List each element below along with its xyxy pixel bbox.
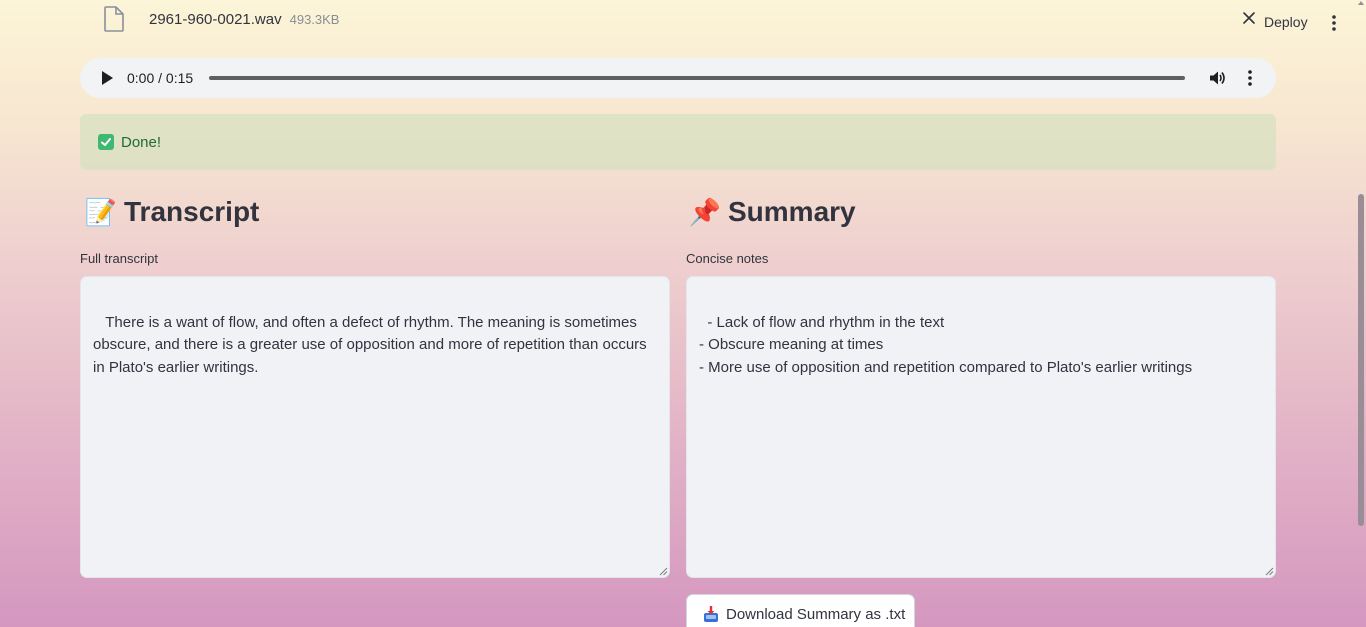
scrollbar-thumb[interactable] — [1358, 194, 1364, 526]
play-icon[interactable] — [100, 70, 114, 86]
summary-text: - Lack of flow and rhythm in the text - … — [699, 313, 1193, 376]
resize-handle-icon[interactable] — [659, 567, 668, 576]
transcript-label: Full transcript — [80, 251, 159, 266]
audio-progress-bar[interactable] — [209, 76, 1185, 80]
audio-menu-icon[interactable] — [1243, 69, 1257, 87]
check-icon — [98, 134, 114, 150]
download-summary-button[interactable]: Download Summary as .txt — [686, 594, 915, 627]
alert-text: Done! — [121, 133, 162, 151]
file-name: 2961-960-0021.wav — [149, 10, 282, 28]
summary-textarea[interactable]: - Lack of flow and rhythm in the text - … — [686, 276, 1276, 578]
transcript-textarea[interactable]: There is a want of flow, and often a def… — [80, 276, 670, 578]
volume-icon[interactable] — [1208, 69, 1226, 87]
transcript-text: There is a want of flow, and often a def… — [93, 313, 651, 376]
summary-heading: 📌 Summary — [688, 196, 856, 228]
inbox-tray-icon — [704, 606, 718, 622]
memo-icon: 📝 — [84, 196, 118, 227]
transcript-title: Transcript — [124, 196, 260, 227]
file-icon — [104, 6, 124, 32]
audio-time: 0:00 / 0:15 — [127, 70, 194, 86]
deploy-button[interactable]: Deploy — [1264, 14, 1308, 30]
success-alert: Done! — [80, 114, 1276, 170]
resize-handle-icon[interactable] — [1265, 567, 1274, 576]
uploaded-file-row: 2961-960-0021.wav 493.3KB — [104, 4, 339, 34]
scroll-up-arrow-icon[interactable] — [1357, 0, 1365, 6]
summary-title: Summary — [728, 196, 856, 227]
pushpin-icon: 📌 — [688, 196, 722, 227]
audio-player: 0:00 / 0:15 — [80, 58, 1276, 98]
summary-label: Concise notes — [686, 251, 769, 266]
file-size: 493.3KB — [289, 11, 340, 27]
transcript-heading: 📝 Transcript — [84, 196, 260, 228]
download-summary-label: Download Summary as .txt — [726, 605, 906, 623]
main-menu-icon[interactable] — [1326, 14, 1342, 32]
close-icon[interactable] — [1241, 10, 1257, 26]
